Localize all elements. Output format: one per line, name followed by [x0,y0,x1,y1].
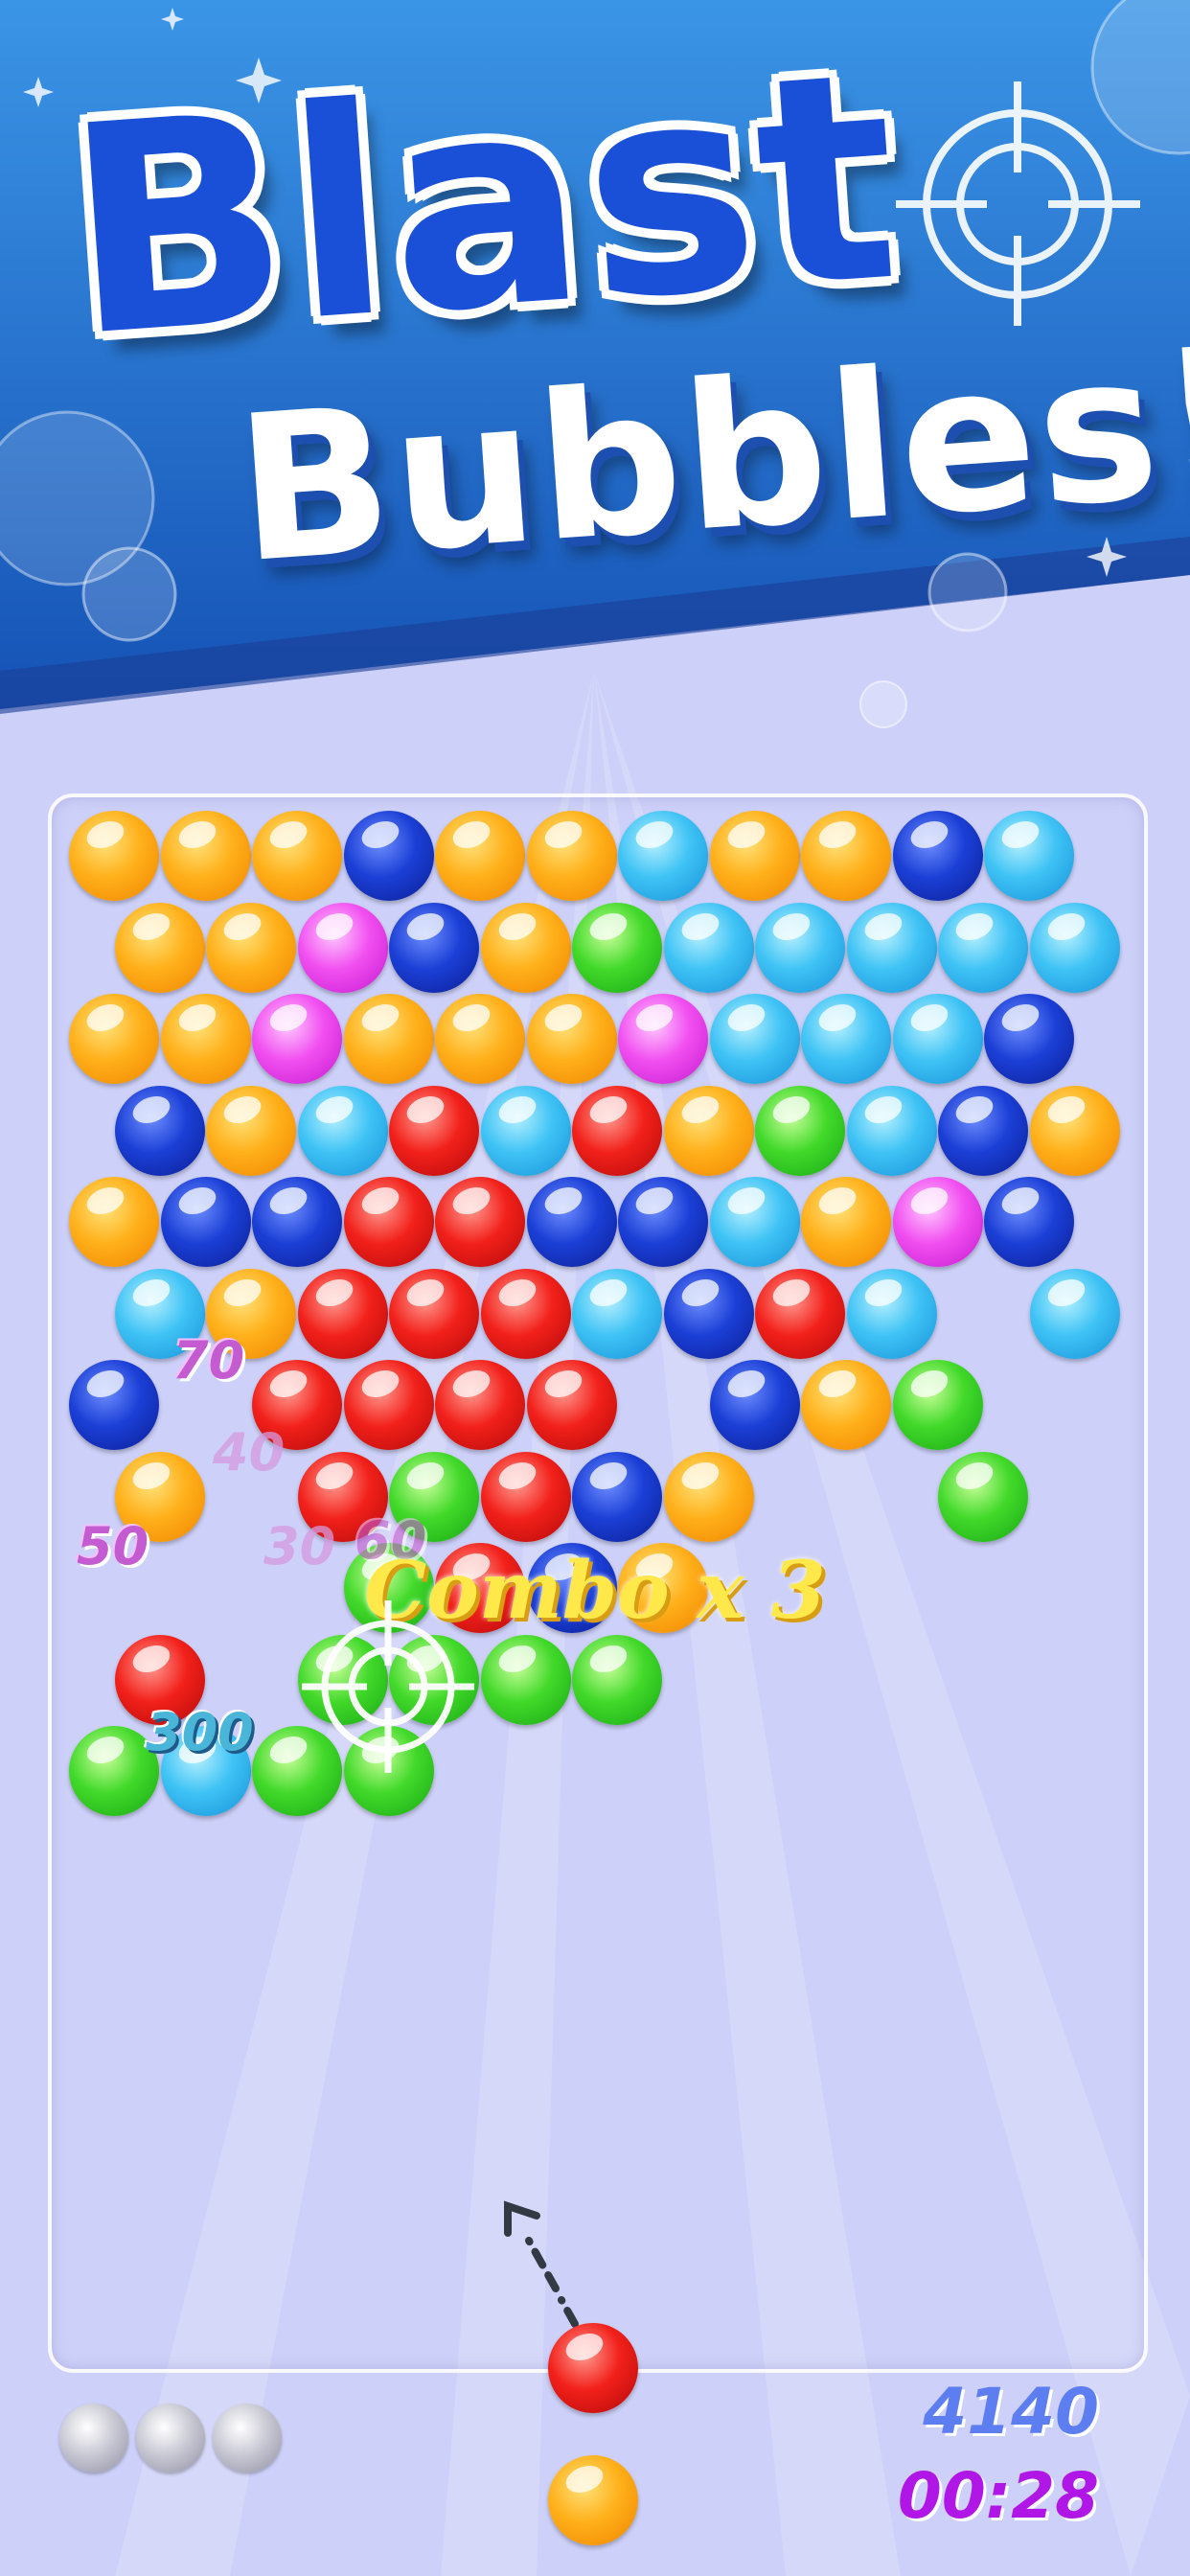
bubble-green [572,1634,663,1725]
bubble-navy [618,1177,708,1267]
bubble-sky [663,902,754,993]
bubble-green [938,1451,1029,1542]
bubble-orange [1029,1085,1120,1176]
score-popup: 40 [213,1422,286,1483]
bubble-navy [69,1360,159,1450]
bubble-magenta [252,994,342,1084]
bubble-magenta [618,994,708,1084]
bubble-red [343,1360,434,1450]
bubble-sky [846,902,937,993]
bubble-orange [114,902,205,993]
bubble-red [389,1085,480,1176]
bubble-navy [572,1451,663,1542]
score-display: 4140 [923,2375,1099,2449]
title-banner: Blast Bubbles! [0,0,1190,728]
bubble-orange [69,811,159,901]
bubble-navy [343,811,434,901]
bubble-red [297,1268,388,1359]
bubble-sky [480,1085,571,1176]
score-popup: 50 [77,1516,149,1576]
bubble-sky [572,1268,663,1359]
bubble-red [435,1360,525,1450]
bubble-sky [938,902,1029,993]
bubble-navy [709,1360,800,1450]
bubble-navy [984,994,1074,1084]
score-popup: 70 [172,1330,245,1391]
bubble-navy [663,1268,754,1359]
bubble-orange [526,994,617,1084]
bubble-orange [252,811,342,901]
bubble-orange [480,902,571,993]
bubble-orange [435,994,525,1084]
crosshair-icon [302,1600,474,1773]
bubble-red [572,1085,663,1176]
bubble-magenta [892,1177,983,1267]
bubble-navy [114,1085,205,1176]
bubble-orange [206,902,297,993]
bubble-red [480,1268,571,1359]
bubble-orange [69,1177,159,1267]
bubble-orange [435,811,525,901]
bubble-navy [252,1177,342,1267]
bubble-sky [297,1085,388,1176]
score-popup: 300 [146,1702,254,1762]
bubble-green [572,902,663,993]
aim-arrow [504,2200,579,2328]
bubble-red [755,1268,846,1359]
shooter-bubble-current[interactable] [548,2323,638,2413]
bubble-orange [160,994,251,1084]
bubble-navy [389,902,480,993]
bubble-orange [206,1085,297,1176]
bubble-green [755,1085,846,1176]
timer-display: 00:28 [897,2459,1099,2533]
bubble-orange [526,811,617,901]
bubble-sky [1029,1268,1120,1359]
bubble-orange [69,994,159,1084]
bubble-red [435,1177,525,1267]
bubble-sky [892,994,983,1084]
bubble-green [892,1360,983,1450]
bubble-red [389,1268,480,1359]
bubble-sky [846,1268,937,1359]
bubble-orange [801,1177,891,1267]
bubble-navy [526,1177,617,1267]
bubble-sky [755,902,846,993]
shooter-bubble-next[interactable] [548,2455,638,2545]
bubble-orange [663,1085,754,1176]
bubble-sky [618,811,708,901]
bubble-orange [343,994,434,1084]
bubble-magenta [297,902,388,993]
bubble-orange [801,811,891,901]
bubble-navy [892,811,983,901]
bubble-red [480,1451,571,1542]
bubble-green [480,1634,571,1725]
life-bubble [136,2404,205,2472]
bubble-orange [160,811,251,901]
life-bubble [213,2404,282,2472]
bubble-sky [846,1085,937,1176]
bubble-orange [663,1451,754,1542]
bubble-sky [984,811,1074,901]
bubble-navy [984,1177,1074,1267]
bubble-orange [801,1360,891,1450]
life-bubble [59,2404,128,2472]
bubble-red [526,1360,617,1450]
bubble-sky [709,1177,800,1267]
bubble-sky [709,994,800,1084]
bubble-sky [801,994,891,1084]
bubble-sky [1029,902,1120,993]
bubble-orange [709,811,800,901]
bubble-red [343,1177,434,1267]
bubble-navy [160,1177,251,1267]
score-popup: 30 [263,1516,336,1576]
bubble-navy [938,1085,1029,1176]
